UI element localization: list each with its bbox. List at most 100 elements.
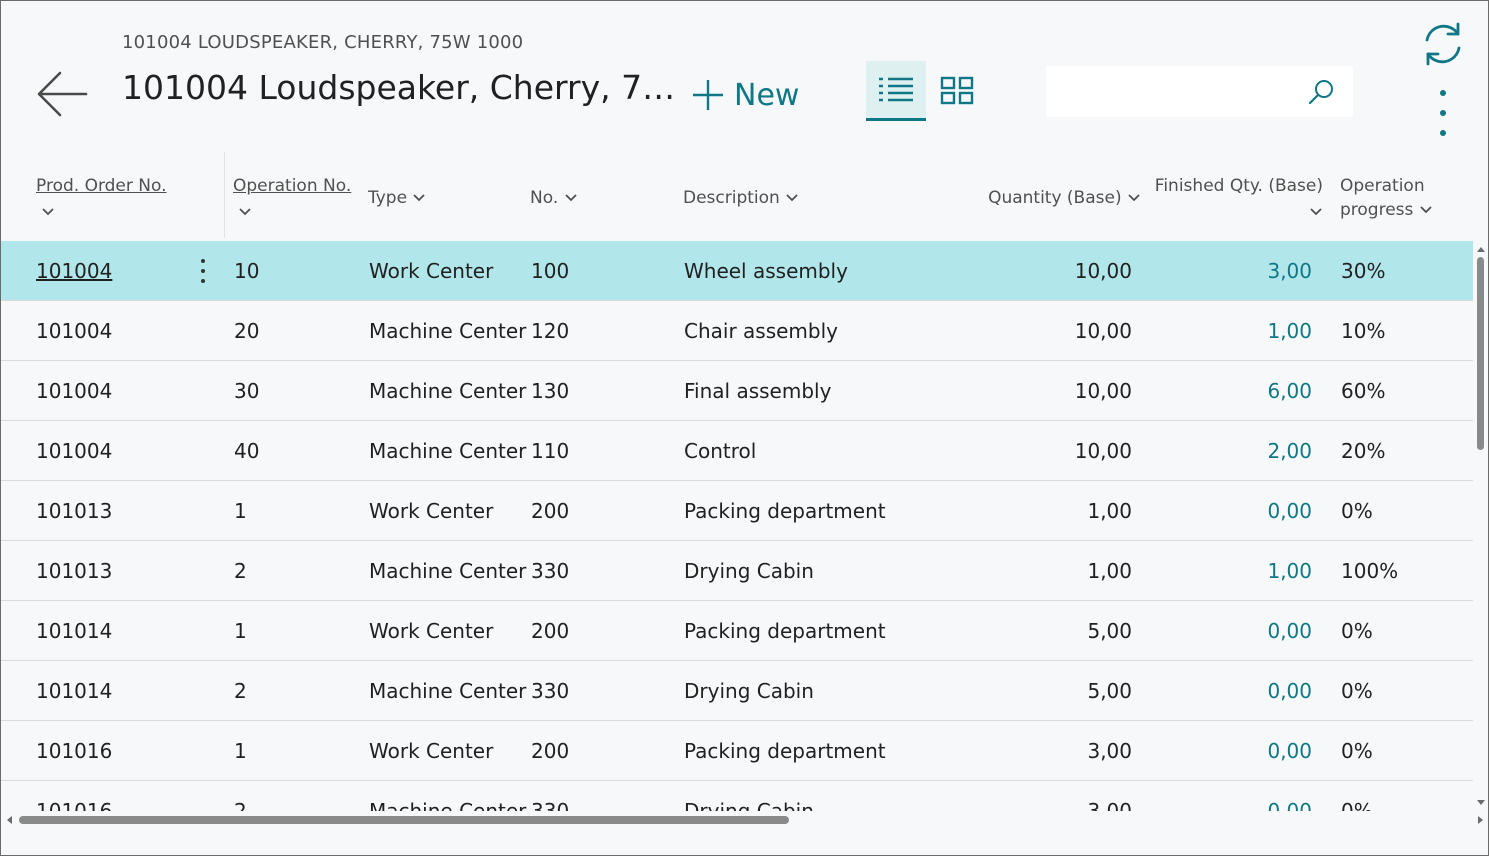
new-button-label: New [734, 77, 800, 113]
cell-no: 330 [531, 559, 570, 583]
back-arrow-icon [37, 71, 88, 117]
horizontal-scrollbar[interactable] [1, 811, 1488, 829]
breadcrumb: 101004 LOUDSPEAKER, CHERRY, 75W 1000 [122, 32, 524, 53]
cell-finished-qty-base[interactable]: 0,00 [1267, 619, 1312, 643]
cell-operation-progress: 30% [1341, 259, 1386, 283]
cell-quantity-base: 3,00 [1087, 739, 1132, 763]
table-row[interactable]: 101004 30 Machine Center 130 Final assembly 1… [1, 361, 1473, 421]
cell-finished-qty-base[interactable]: 0,00 [1267, 499, 1312, 523]
cell-quantity-base: 1,00 [1087, 559, 1132, 583]
chevron-down-icon [1420, 206, 1432, 214]
more-vertical-icon[interactable] [1428, 88, 1458, 138]
column-header-label: progress [1340, 200, 1414, 220]
chevron-down-icon [413, 194, 426, 202]
chevron-down-icon [239, 207, 251, 215]
column-header-operation-no[interactable]: Operation No. [233, 174, 351, 222]
cell-type: Work Center [369, 499, 494, 523]
list-view-button[interactable] [866, 61, 926, 121]
cell-prod-order-no: 101004 [36, 379, 113, 403]
cell-finished-qty-base[interactable]: 1,00 [1267, 559, 1312, 583]
column-header-prod-order-no[interactable]: Prod. Order No. [36, 174, 167, 222]
cell-finished-qty-base[interactable]: 3,00 [1267, 259, 1312, 283]
new-button[interactable]: New [690, 74, 799, 116]
cell-quantity-base: 3,00 [1087, 799, 1132, 811]
search-icon[interactable] [1307, 78, 1335, 106]
cell-operation-progress: 0% [1341, 799, 1373, 811]
cell-operation-progress: 100% [1341, 559, 1399, 583]
chevron-down-icon [1310, 207, 1322, 215]
cell-operation-progress: 0% [1341, 499, 1373, 523]
cell-operation-no: 20 [234, 319, 260, 343]
table-row[interactable]: 101014 1 Work Center 200 Packing department 5… [1, 601, 1473, 661]
back-button[interactable] [34, 68, 90, 120]
column-header-finished-qty-base[interactable]: Finished Qty. (Base) [1155, 174, 1323, 222]
cell-type: Work Center [369, 619, 494, 643]
row-actions-icon[interactable] [193, 255, 213, 287]
cell-description: Drying Cabin [684, 559, 814, 583]
cell-prod-order-no: 101014 [36, 619, 113, 643]
cell-finished-qty-base[interactable]: 6,00 [1267, 379, 1312, 403]
chevron-down-icon [42, 207, 54, 215]
table-row[interactable]: 101004 20 Machine Center 120 Chair assembly 1… [1, 301, 1473, 361]
cell-operation-no: 2 [234, 679, 247, 703]
tile-view-button[interactable] [930, 62, 984, 120]
cell-type: Machine Center [369, 559, 527, 583]
cell-prod-order-no: 101013 [36, 499, 113, 523]
column-header-label: Finished Qty. (Base) [1154, 176, 1323, 196]
table-row[interactable]: 101014 2 Machine Center 330 Drying Cabin 5,00… [1, 661, 1473, 721]
chevron-down-icon [1128, 194, 1140, 202]
table-row[interactable]: 101016 1 Work Center 200 Packing department 3… [1, 721, 1473, 781]
vertical-scrollbar[interactable] [1474, 241, 1488, 811]
column-header-type[interactable]: Type [368, 186, 426, 210]
table-row[interactable]: 101016 2 Machine Center 330 Drying Cabin 3,00… [1, 781, 1473, 811]
cell-finished-qty-base[interactable]: 2,00 [1267, 439, 1312, 463]
plus-icon [693, 80, 723, 110]
cell-prod-order-no: 101016 [36, 739, 113, 763]
cell-operation-progress: 10% [1341, 319, 1386, 343]
refresh-icon[interactable] [1418, 19, 1468, 69]
column-header-operation-progress[interactable]: Operation progress [1340, 174, 1433, 222]
cell-type: Work Center [369, 259, 494, 283]
cell-type: Machine Center [369, 319, 527, 343]
column-header-description[interactable]: Description [683, 186, 799, 210]
column-divider[interactable] [224, 152, 225, 238]
cell-operation-no: 30 [234, 379, 260, 403]
scroll-left-arrow-icon[interactable] [4, 811, 14, 829]
cell-operation-no: 10 [234, 259, 260, 283]
table-row[interactable]: 101013 1 Work Center 200 Packing department 1… [1, 481, 1473, 541]
column-header-label: Prod. Order No. [36, 176, 167, 196]
cell-prod-order-no[interactable]: 101004 [36, 259, 112, 283]
scroll-up-arrow-icon[interactable] [1474, 244, 1488, 254]
column-header-no[interactable]: No. [530, 186, 578, 210]
cell-prod-order-no: 101004 [36, 439, 113, 463]
scroll-right-arrow-icon[interactable] [1476, 811, 1486, 829]
cell-prod-order-no: 101004 [36, 319, 113, 343]
cell-finished-qty-base[interactable]: 0,00 [1267, 739, 1312, 763]
cell-operation-no: 2 [234, 799, 247, 811]
column-header-label: Operation No. [233, 176, 352, 196]
cell-type: Machine Center [369, 439, 527, 463]
cell-operation-no: 1 [234, 499, 247, 523]
cell-type: Machine Center [369, 379, 527, 403]
cell-finished-qty-base[interactable]: 0,00 [1267, 799, 1312, 811]
cell-quantity-base: 10,00 [1074, 439, 1132, 463]
cell-finished-qty-base[interactable]: 1,00 [1267, 319, 1312, 343]
column-header-quantity-base[interactable]: Quantity (Base) [988, 186, 1141, 210]
vertical-scroll-thumb[interactable] [1477, 257, 1484, 450]
column-header-label: Operation [1340, 176, 1425, 196]
search-box[interactable] [1046, 66, 1353, 117]
cell-finished-qty-base[interactable]: 0,00 [1267, 679, 1312, 703]
cell-description: Packing department [684, 619, 886, 643]
cell-no: 200 [531, 499, 570, 523]
horizontal-scroll-thumb[interactable] [19, 816, 789, 824]
scroll-down-arrow-icon[interactable] [1474, 798, 1488, 808]
table-row[interactable]: 101004 10 Work Center 100 Wheel assembly 10,0… [1, 241, 1473, 301]
table-row[interactable]: 101013 2 Machine Center 330 Drying Cabin 1,00… [1, 541, 1473, 601]
list-view-icon [879, 77, 913, 101]
cell-quantity-base: 10,00 [1074, 259, 1132, 283]
cell-prod-order-no: 101016 [36, 799, 113, 811]
search-input[interactable] [1056, 74, 1300, 110]
column-header-label: Quantity (Base) [988, 188, 1122, 208]
cell-no: 330 [531, 679, 570, 703]
table-row[interactable]: 101004 40 Machine Center 110 Control 10,00 2,0… [1, 421, 1473, 481]
